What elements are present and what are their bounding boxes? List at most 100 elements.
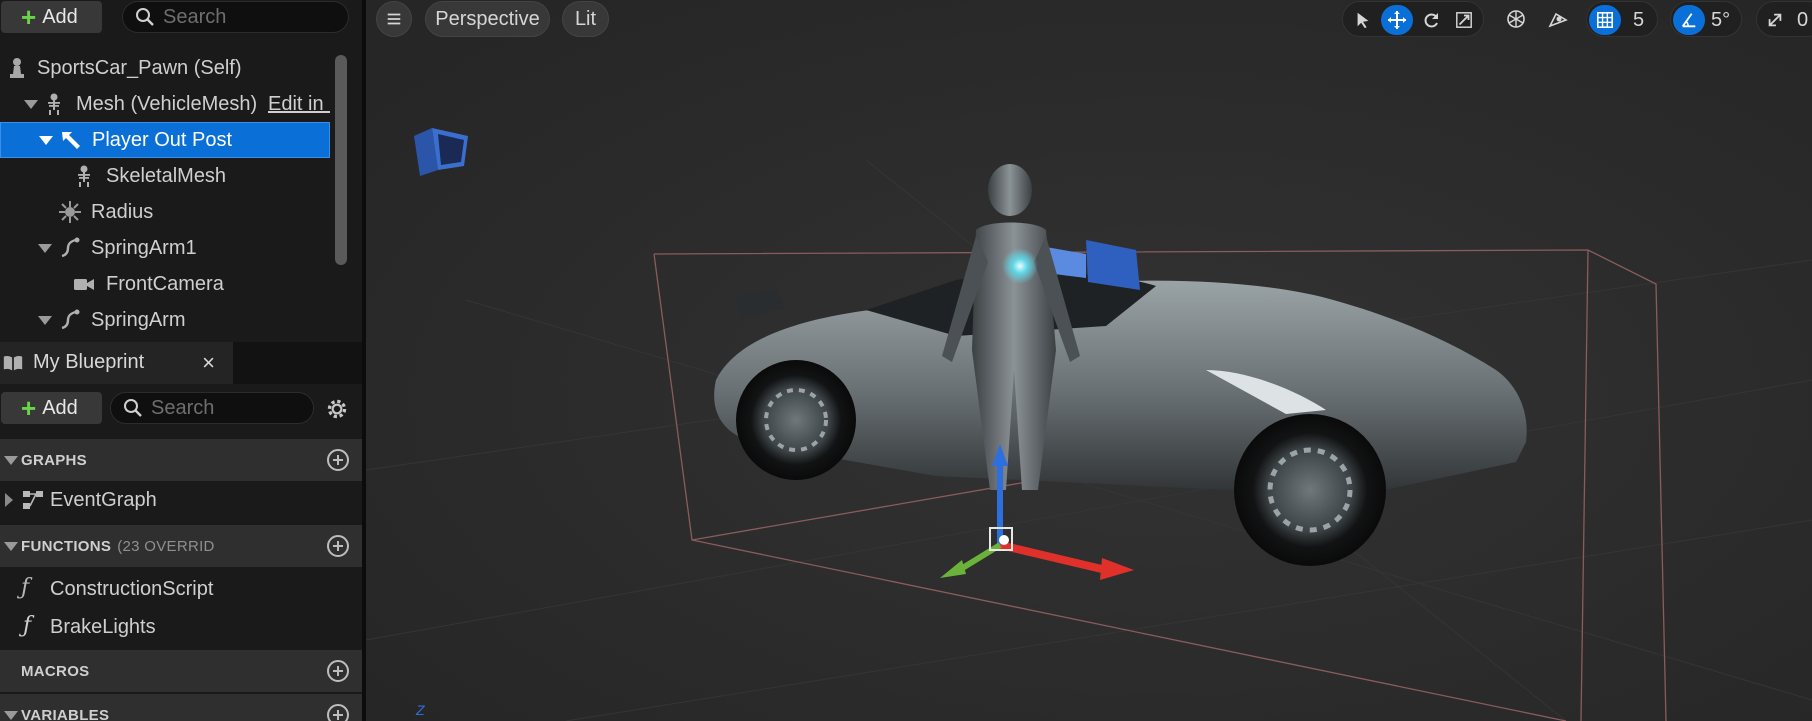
tree-item-self[interactable]: SportsCar_Pawn (Self): [0, 50, 330, 86]
tree-item-springarm[interactable]: SpringArm: [0, 302, 330, 338]
tree-item-radius[interactable]: Radius: [0, 194, 330, 230]
plus-icon: +: [21, 393, 37, 423]
function-override-icon: ƒ: [21, 575, 30, 600]
function-item-constructionscript[interactable]: ƒ ConstructionScript: [0, 571, 362, 607]
axis-indicator-z: Z: [416, 702, 425, 718]
lit-button[interactable]: Lit: [562, 1, 609, 37]
scale-snap-group: 0: [1756, 1, 1812, 37]
search-icon: [124, 399, 142, 417]
move-icon: [1388, 11, 1406, 29]
edit-in-link[interactable]: Edit in C: [268, 93, 330, 116]
collapse-arrow-icon: [38, 315, 52, 325]
viewport-menu-button[interactable]: [376, 1, 412, 37]
spring-arm-icon: [61, 237, 80, 258]
select-tool[interactable]: [1347, 5, 1379, 35]
world-local-toggle[interactable]: [1500, 4, 1532, 34]
expand-arrow-icon: [5, 493, 13, 507]
tree-item-label: Mesh (VehicleMesh): [76, 92, 258, 115]
components-search-placeholder: Search: [163, 5, 227, 28]
camera-icon: [74, 279, 94, 290]
function-icon: ƒ: [23, 613, 32, 638]
collapse-arrow-icon: [38, 243, 52, 253]
add-function-icon[interactable]: [326, 534, 350, 558]
blueprint-add-label: Add: [42, 396, 78, 419]
tab-my-blueprint[interactable]: My Blueprint ×: [0, 342, 233, 384]
components-search-input[interactable]: Search: [122, 1, 349, 33]
component-tree: SportsCar_Pawn (Self) Mesh (VehicleMesh)…: [0, 50, 330, 340]
perspective-button[interactable]: Perspective: [425, 1, 550, 37]
tree-item-label: Player Out Post: [92, 128, 233, 151]
scale-tool[interactable]: [1448, 5, 1480, 35]
close-icon[interactable]: ×: [202, 350, 215, 376]
viewport[interactable]: Perspective Lit 5 5° 0 Z: [366, 0, 1812, 721]
grid-icon: [1596, 11, 1614, 29]
section-functions[interactable]: FUNCTIONS (23 OVERRID: [0, 525, 362, 567]
blueprint-search-placeholder: Search: [151, 396, 215, 419]
scene-render: [366, 0, 1812, 721]
spring-arm-icon: [61, 309, 80, 330]
plus-icon: +: [21, 2, 37, 32]
tab-label: My Blueprint: [33, 351, 145, 373]
lit-label: Lit: [574, 7, 597, 30]
tree-item-skeletalmesh[interactable]: SkeletalMesh: [0, 158, 330, 194]
scale-icon: [1456, 12, 1472, 28]
scale-snap-icon: [1768, 13, 1782, 27]
rotation-snap-toggle[interactable]: [1673, 5, 1705, 35]
function-item-brakelights[interactable]: ƒ BrakeLights: [0, 609, 362, 645]
angle-icon: [1681, 13, 1696, 28]
override-count: (23 OVERRID: [117, 537, 215, 555]
tree-scrollbar[interactable]: [335, 55, 347, 265]
tree-item-frontcamera[interactable]: FrontCamera: [0, 266, 330, 302]
blueprint-search-input[interactable]: Search: [110, 392, 314, 424]
item-label: BrakeLights: [50, 615, 156, 638]
item-label: ConstructionScript: [50, 577, 214, 600]
skeleton-icon: [78, 165, 90, 187]
scale-snap-toggle[interactable]: [1759, 5, 1791, 35]
perspective-label: Perspective: [435, 7, 540, 30]
cursor-icon: [1357, 12, 1369, 29]
gear-icon[interactable]: [324, 396, 350, 422]
tree-item-springarm1[interactable]: SpringArm1: [0, 230, 330, 266]
add-graph-icon[interactable]: [326, 448, 350, 472]
graph-icon: [23, 491, 43, 509]
section-macros[interactable]: MACROS: [0, 650, 362, 692]
world-axes-icon: [1507, 10, 1525, 28]
graph-item-eventgraph[interactable]: EventGraph: [0, 482, 362, 518]
translate-tool[interactable]: [1381, 5, 1413, 35]
rotate-icon: [1424, 13, 1438, 28]
search-icon: [136, 8, 154, 26]
collapse-arrow-icon: [4, 455, 18, 465]
tree-item-player-out-post[interactable]: Player Out Post: [0, 122, 330, 158]
tree-item-label: FrontCamera: [106, 272, 224, 295]
collapse-arrow-icon: [4, 541, 18, 551]
tree-item-label: Radius: [91, 200, 154, 223]
tree-item-mesh[interactable]: Mesh (VehicleMesh) Edit in C: [0, 86, 330, 122]
section-label: GRAPHS: [21, 451, 87, 469]
section-label: FUNCTIONS: [21, 537, 112, 555]
rotation-snap-value[interactable]: 5°: [1711, 9, 1730, 32]
hamburger-icon: [387, 13, 401, 25]
surface-snap-toggle[interactable]: [1542, 4, 1574, 34]
section-label: MACROS: [21, 662, 90, 680]
blueprint-add-button[interactable]: + Add: [1, 392, 102, 424]
grid-snap-group: 5: [1586, 1, 1658, 37]
section-variables[interactable]: VARIABLES: [0, 694, 362, 721]
transform-tools: [1342, 1, 1484, 37]
collapse-arrow-icon: [4, 710, 18, 720]
surface-snap-icon: [1548, 12, 1568, 28]
scale-snap-value[interactable]: 0: [1797, 9, 1808, 32]
section-label: VARIABLES: [21, 706, 110, 721]
add-macro-icon[interactable]: [326, 659, 350, 683]
section-graphs[interactable]: GRAPHS: [0, 439, 362, 481]
tree-item-label: SkeletalMesh: [106, 164, 227, 187]
add-variable-icon[interactable]: [326, 703, 350, 721]
grid-snap-value[interactable]: 5: [1633, 9, 1644, 32]
rotation-snap-group: 5°: [1670, 1, 1742, 37]
left-panel: + Add Search SportsCar_Pawn (Self) Mesh …: [0, 0, 362, 721]
rotate-tool[interactable]: [1415, 5, 1447, 35]
tree-item-label: SpringArm: [91, 308, 186, 331]
grid-snap-toggle[interactable]: [1589, 5, 1621, 35]
pawn-icon: [10, 58, 24, 78]
components-add-button[interactable]: + Add: [1, 1, 102, 33]
skeleton-icon: [48, 93, 60, 115]
